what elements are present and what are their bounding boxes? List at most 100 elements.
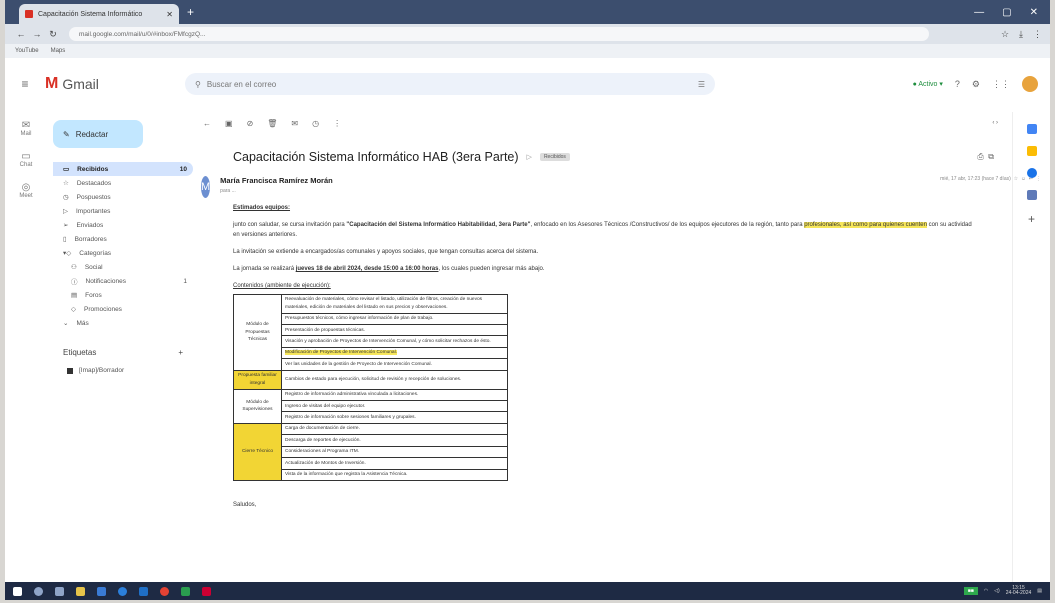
- sender-name[interactable]: María Francisca Ramírez Morán: [220, 176, 940, 185]
- sidebar-item-notifications[interactable]: ⓘ Notificaciones 1: [53, 274, 193, 288]
- sidebar-item-label: Categorías: [79, 249, 112, 257]
- help-icon[interactable]: ?: [955, 79, 960, 89]
- notifications-icon[interactable]: ▤: [1037, 588, 1042, 594]
- keep-icon[interactable]: [1026, 146, 1037, 156]
- content-text: Vista de la información que registra la …: [285, 472, 408, 478]
- pagination-arrows[interactable]: ‹ ›: [992, 120, 1008, 126]
- mail-app-icon[interactable]: [97, 586, 106, 596]
- start-icon[interactable]: [13, 586, 22, 596]
- powerpoint-icon[interactable]: [202, 586, 211, 596]
- content-cell: Registro de información administrativa v…: [281, 388, 508, 402]
- label-item[interactable]: [Imap]/Borrador: [53, 367, 193, 374]
- sidebar-item-more[interactable]: ⌄ Más: [53, 316, 193, 330]
- rail-chat[interactable]: ▭ Chat: [5, 151, 47, 168]
- maximize-icon[interactable]: ▢: [1002, 7, 1011, 18]
- edge-icon[interactable]: [118, 586, 127, 596]
- word-icon[interactable]: [139, 586, 148, 596]
- compose-button[interactable]: ✎ Redactar: [53, 120, 143, 148]
- content-text: Descarga de reportes de ejecución.: [285, 437, 361, 443]
- sidebar-item-label: Foros: [85, 291, 102, 299]
- table-title: Contenidos (ambiente de ejecución):: [233, 283, 331, 290]
- contacts-icon[interactable]: [1026, 190, 1037, 200]
- account-avatar[interactable]: [1022, 76, 1038, 92]
- sidebar-item-sent[interactable]: ➢ Enviados: [53, 218, 193, 232]
- sidebar-item-snoozed[interactable]: ◷ Pospuestos: [53, 190, 193, 204]
- volume-icon[interactable]: ◁): [994, 588, 1000, 594]
- close-window-icon[interactable]: ✕: [1030, 7, 1038, 18]
- report-spam-icon[interactable]: ⊘: [247, 119, 254, 128]
- task-view-icon[interactable]: [55, 586, 64, 596]
- archive-icon[interactable]: ▣: [225, 119, 233, 128]
- reload-icon[interactable]: ↻: [45, 29, 61, 40]
- search-bar[interactable]: ⚲ Buscar en el correo ☰: [185, 73, 715, 95]
- print-icon[interactable]: ⎙: [977, 152, 983, 161]
- settings-gear-icon[interactable]: ⚙: [972, 79, 980, 90]
- bookmark-maps[interactable]: Maps: [51, 48, 66, 54]
- sidebar-item-label: Social: [84, 263, 103, 271]
- sidebar-item-inbox[interactable]: ▭ Recibidos 10: [53, 162, 193, 176]
- tasks-icon[interactable]: [1026, 168, 1037, 178]
- add-addon-icon[interactable]: +: [1027, 212, 1037, 226]
- tray-status-badge[interactable]: ■■: [963, 587, 978, 595]
- search-taskbar-icon[interactable]: [34, 586, 43, 596]
- gmail-favicon-icon: [25, 10, 33, 18]
- search-filter-icon[interactable]: ☰: [698, 80, 705, 89]
- sidebar-item-social[interactable]: ⚇ Social: [53, 260, 193, 274]
- mark-unread-icon[interactable]: ✉: [291, 119, 298, 128]
- bookmark-youtube[interactable]: YouTube: [15, 48, 39, 54]
- content-cell: Visación y aprobación de Proyectos de In…: [281, 335, 508, 348]
- back-arrow-icon[interactable]: ←: [203, 119, 211, 128]
- new-tab-icon[interactable]: +: [187, 5, 194, 19]
- sidebar-item-promotions[interactable]: ◇ Promociones: [53, 302, 193, 316]
- status-indicator[interactable]: ● Activo ▾: [913, 80, 943, 88]
- content-cell: Descarga de reportes de ejecución.: [281, 434, 508, 447]
- open-new-window-icon[interactable]: ⧉: [988, 152, 994, 161]
- add-label-icon[interactable]: +: [178, 348, 193, 357]
- clock[interactable]: 13:15 24-04-2024: [1006, 585, 1032, 597]
- url-field[interactable]: mail.google.com/mail/u/0/#inbox/FMfcgzQ.…: [69, 27, 929, 41]
- tag-icon: ◇: [71, 306, 76, 313]
- content-cell: Cambios de estado para ejecución, solici…: [281, 369, 508, 390]
- sidebar: ✎ Redactar ▭ Recibidos 10 ☆ Destacados ◷ Posp…: [53, 120, 193, 374]
- forward-icon[interactable]: →: [29, 29, 45, 39]
- sidebar-item-forums[interactable]: ▤ Foros: [53, 288, 193, 302]
- important-icon: ▷: [63, 208, 68, 215]
- delete-icon[interactable]: 🗑: [267, 119, 277, 128]
- gmail-logo[interactable]: M Gmail: [45, 75, 185, 93]
- important-marker-icon[interactable]: ▷: [527, 153, 532, 161]
- file-explorer-icon[interactable]: [76, 586, 85, 596]
- menu-dots-icon[interactable]: ⋮: [1033, 29, 1042, 40]
- close-tab-icon[interactable]: ✕: [166, 10, 173, 19]
- hamburger-menu-icon[interactable]: ≡: [5, 77, 45, 91]
- sidebar-item-label: Enviados: [76, 221, 104, 229]
- excel-icon[interactable]: [181, 586, 190, 596]
- sidebar-item-starred[interactable]: ☆ Destacados: [53, 176, 193, 190]
- back-icon[interactable]: ←: [13, 29, 29, 39]
- chrome-icon[interactable]: [160, 586, 169, 596]
- sidebar-item-categories[interactable]: ▾◇ Categorías: [53, 246, 193, 260]
- content-cell: Presupuestos técnicos, cómo ingresar inf…: [281, 312, 508, 326]
- search-icon[interactable]: ⚲: [195, 80, 201, 89]
- chevron-down-icon: ⌄: [63, 320, 69, 327]
- gmail-m-icon: M: [45, 75, 59, 92]
- inbox-badge[interactable]: Recibidos: [539, 153, 570, 161]
- calendar-icon[interactable]: [1026, 124, 1037, 134]
- wifi-icon[interactable]: ◠: [984, 588, 988, 594]
- sidebar-item-drafts[interactable]: ▯ Borradores: [53, 232, 193, 246]
- star-icon[interactable]: ☆: [1001, 29, 1009, 40]
- rail-mail[interactable]: ✉ Mail: [5, 120, 47, 137]
- recipients-list[interactable]: para ...: [220, 188, 940, 194]
- label-icon: ▾◇: [63, 250, 72, 257]
- minimize-icon[interactable]: —: [974, 7, 984, 18]
- browser-tab[interactable]: Capacitación Sistema Informático ✕: [19, 4, 179, 24]
- rail-meet[interactable]: ◎ Meet: [5, 182, 47, 199]
- download-icon[interactable]: ⤓: [1019, 29, 1023, 40]
- snooze-icon[interactable]: ◷: [312, 119, 319, 128]
- greeting: Estimados equipos:: [233, 205, 291, 211]
- more-options-icon[interactable]: ⋮: [333, 119, 341, 128]
- search-input[interactable]: Buscar en el correo: [207, 80, 276, 89]
- sender-avatar[interactable]: M: [201, 176, 211, 198]
- content-text: Registro de información administrativa v…: [285, 392, 419, 398]
- apps-grid-icon[interactable]: ⋮⋮: [992, 79, 1010, 90]
- sidebar-item-important[interactable]: ▷ Importantes: [53, 204, 193, 218]
